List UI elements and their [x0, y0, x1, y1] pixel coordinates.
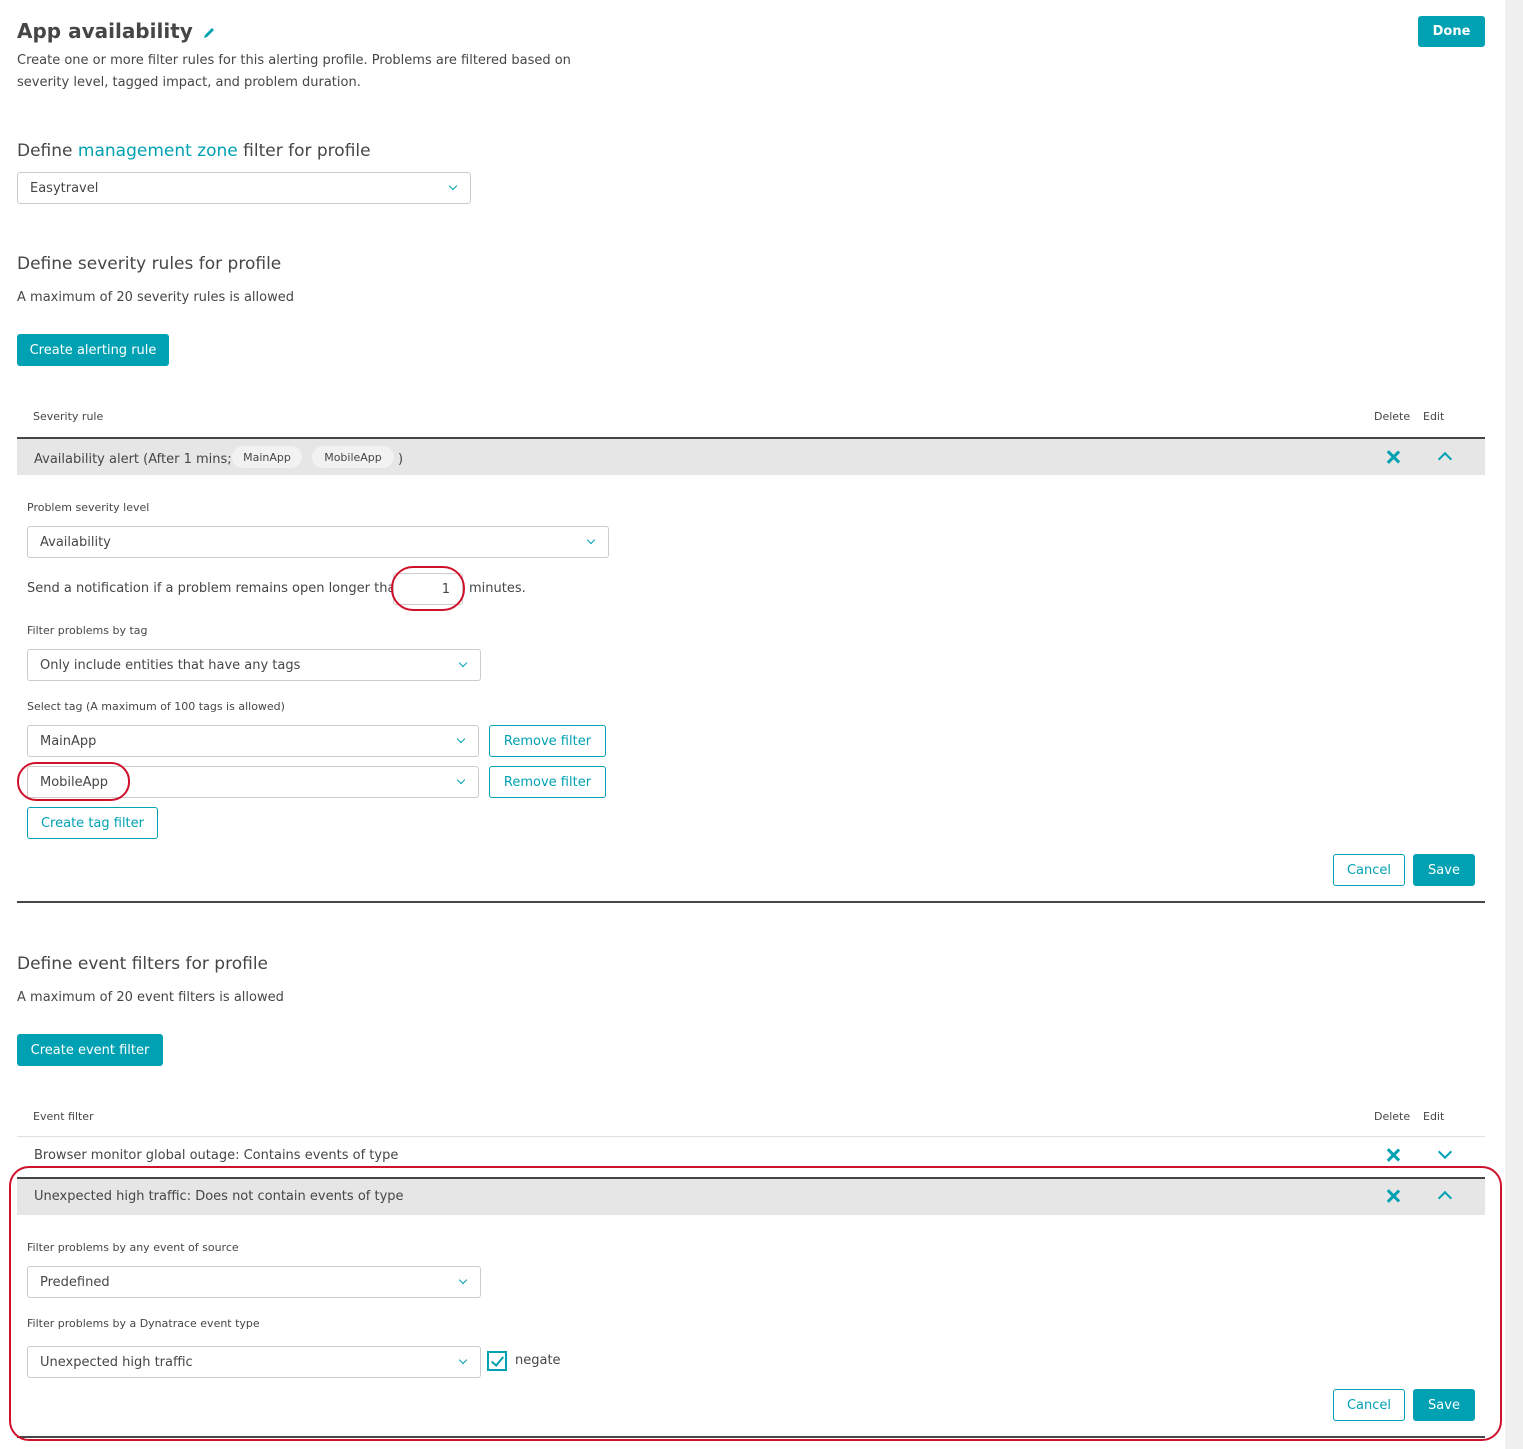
delete-icon[interactable] — [1386, 1189, 1400, 1203]
management-zone-link[interactable]: management zone — [78, 141, 238, 161]
page-title: App availability — [17, 19, 216, 45]
notify-prefix: Send a notification if a problem remains… — [27, 581, 404, 596]
select-tag-label: Select tag (A maximum of 100 tags is all… — [27, 700, 285, 713]
chevron-down-icon — [586, 535, 596, 545]
rule-summary-suffix: ) — [398, 452, 404, 467]
page-title-text: App availability — [17, 19, 193, 43]
chevron-down-icon — [456, 734, 466, 744]
tag-filter-select[interactable]: Only include entities that have any tags — [27, 649, 481, 681]
tag-select[interactable]: MobileApp — [27, 766, 479, 798]
negate-checkbox[interactable] — [487, 1351, 507, 1371]
create-event-filter-button[interactable]: Create event filter — [17, 1034, 163, 1066]
notify-suffix: minutes. — [469, 581, 526, 596]
tag-chip: MainApp — [232, 446, 302, 468]
delete-column-header: Delete — [1374, 410, 1411, 423]
page-description-line1: Create one or more filter rules for this… — [17, 53, 571, 68]
negate-label: negate — [515, 1353, 561, 1368]
save-button[interactable]: Save — [1413, 1389, 1475, 1421]
chevron-up-icon[interactable] — [1437, 451, 1453, 467]
event-source-label: Filter problems by any event of source — [27, 1241, 239, 1254]
event-filter-row[interactable]: Unexpected high traffic: Does not contai… — [17, 1177, 1485, 1215]
event-filter-summary: Unexpected high traffic: Does not contai… — [34, 1189, 404, 1204]
chevron-down-icon — [458, 1275, 468, 1285]
chevron-down-icon — [448, 181, 458, 191]
cancel-button[interactable]: Cancel — [1333, 1389, 1405, 1421]
severity-heading: Define severity rules for profile — [17, 254, 282, 274]
pencil-edit-icon[interactable] — [202, 21, 216, 45]
chevron-down-icon — [456, 775, 466, 785]
event-filter-row[interactable]: Browser monitor global outage: Contains … — [17, 1137, 1485, 1177]
done-button[interactable]: Done — [1418, 16, 1485, 47]
severity-limit-text: A maximum of 20 severity rules is allowe… — [17, 290, 294, 305]
tag-select[interactable]: MainApp — [27, 725, 479, 757]
event-filter-summary: Browser monitor global outage: Contains … — [34, 1148, 399, 1163]
event-type-select[interactable]: Unexpected high traffic — [27, 1346, 481, 1378]
section-divider — [17, 901, 1485, 903]
delete-icon[interactable] — [1386, 450, 1400, 464]
scrollbar[interactable] — [1505, 0, 1523, 1449]
create-tag-filter-button[interactable]: Create tag filter — [27, 807, 158, 839]
severity-rule-row[interactable]: Availability alert (After 1 mins; MainAp… — [17, 437, 1485, 475]
severity-level-select[interactable]: Availability — [27, 526, 609, 558]
management-zone-heading: Define management zone filter for profil… — [17, 141, 371, 161]
remove-filter-button[interactable]: Remove filter — [489, 766, 606, 798]
delete-column-header: Delete — [1374, 1110, 1411, 1123]
event-type-label: Filter problems by a Dynatrace event typ… — [27, 1317, 260, 1330]
chevron-up-icon[interactable] — [1437, 1190, 1453, 1206]
delete-icon[interactable] — [1386, 1148, 1400, 1162]
management-zone-select[interactable]: Easytravel — [17, 172, 471, 204]
cancel-button[interactable]: Cancel — [1333, 854, 1405, 886]
event-limit-text: A maximum of 20 event filters is allowed — [17, 990, 284, 1005]
severity-level-label: Problem severity level — [27, 501, 150, 514]
chevron-down-icon[interactable] — [1437, 1144, 1453, 1160]
save-button[interactable]: Save — [1413, 854, 1475, 886]
chevron-down-icon — [458, 658, 468, 668]
edit-column-header: Edit — [1423, 1110, 1445, 1123]
remove-filter-button[interactable]: Remove filter — [489, 725, 606, 757]
event-filters-heading: Define event filters for profile — [17, 954, 268, 974]
notify-minutes-input[interactable]: 1 — [393, 573, 463, 605]
create-alerting-rule-button[interactable]: Create alerting rule — [17, 334, 169, 366]
tag-chip: MobileApp — [312, 446, 394, 468]
chevron-down-icon — [458, 1355, 468, 1365]
rule-summary: Availability alert (After 1 mins; — [34, 452, 232, 467]
page-description-line2: severity level, tagged impact, and probl… — [17, 75, 361, 90]
section-divider — [17, 1436, 1485, 1438]
event-filter-column-header: Event filter — [33, 1110, 94, 1123]
severity-rule-column-header: Severity rule — [33, 410, 104, 423]
event-source-select[interactable]: Predefined — [27, 1266, 481, 1298]
tag-filter-label: Filter problems by tag — [27, 624, 148, 637]
edit-column-header: Edit — [1423, 410, 1445, 423]
